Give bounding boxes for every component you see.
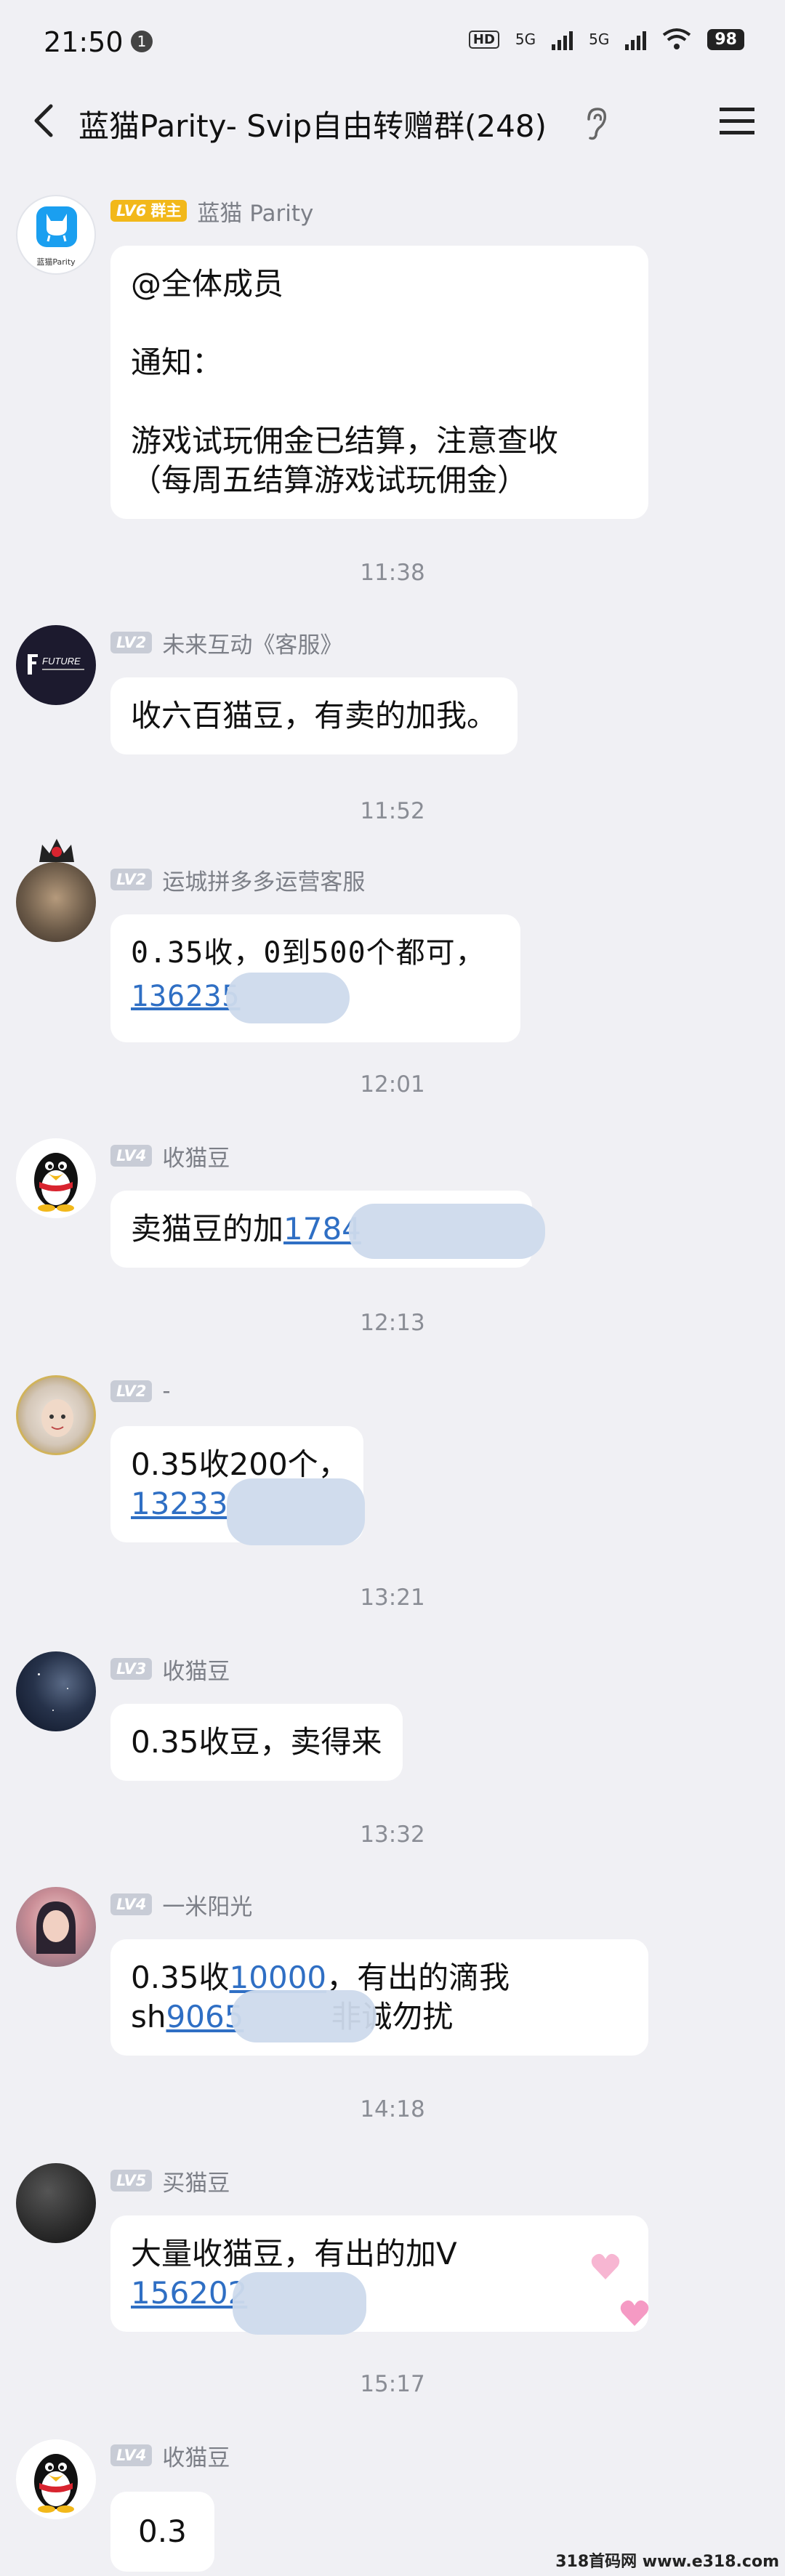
avatar[interactable]: 蓝猫Parity [16,195,96,275]
timestamp: 12:13 [360,1310,425,1336]
timestamp: 14:18 [360,2096,425,2122]
heart-sticker-icon [620,2300,649,2326]
sender-name: 一米阳光 [162,1893,253,1920]
chat-header: 蓝猫Parity- Svip自由转赠群(248) [0,80,785,166]
timestamp: 13:32 [360,1822,425,1848]
timestamp: 13:21 [360,1585,425,1611]
message-bubble[interactable]: 0.35收豆，卖得来 [110,1704,403,1781]
avatar-label: FUTURE [42,656,81,667]
back-arrow-icon[interactable] [23,99,67,142]
sender-name: 未来互动《客服》 [162,632,343,659]
avatar-label: 蓝猫Parity [36,257,76,267]
heart-sticker-icon [591,2253,620,2279]
message-meta: LV4 收猫豆 [110,1141,230,1172]
redaction-blur [225,973,350,1023]
phone-link[interactable]: 136235 [131,980,241,1013]
avatar[interactable] [16,2439,96,2519]
avatar[interactable] [16,1887,96,1967]
sender-name: 收猫豆 [162,1145,230,1172]
status-icons: HD 5G 5G 98 [468,28,744,51]
level-badge: LV2 [110,1380,153,1402]
level-badge: LV3 [110,1658,153,1680]
sender-name: 买猫豆 [162,2170,230,2197]
network-label-1: 5G [515,31,536,48]
sender-name: 蓝猫 Parity [197,200,314,227]
timestamp: 12:01 [360,1071,425,1098]
signal-icon-2 [625,28,647,50]
message-meta: LV6 群主 蓝猫 Parity [110,196,314,227]
status-bar: 21:50 1 HD 5G 5G 98 [0,0,785,80]
sender-name: 运城拼多多运营客服 [162,869,366,895]
watermark: 318首码网 www.e318.com [555,2553,779,2571]
message-bubble[interactable]: 0.35收10000，有出的滴我 sh9065 非诚勿扰 [110,1939,648,2056]
level-badge: LV2 [110,632,153,653]
level-badge: LV4 [110,1893,153,1915]
message-bubble[interactable]: 大量收猫豆，有出的加V 156202 [110,2215,648,2332]
penguin-icon [34,1153,78,1212]
message-bubble[interactable]: 0.35收，0到500个都可， 136235 [110,914,520,1042]
penguin-icon [34,2454,78,2513]
sender-name: 收猫豆 [162,1658,230,1685]
avatar[interactable] [16,836,97,945]
redaction-blur [227,1478,365,1545]
avatar[interactable] [16,1651,96,1731]
level-badge: LV4 [110,2444,153,2466]
wifi-icon [663,28,691,49]
sender-name: - [162,1378,171,1404]
level-badge: LV6 群主 [110,200,188,222]
avatar[interactable] [16,1138,96,1218]
message-bubble[interactable]: 收六百猫豆，有卖的加我。 [110,677,518,754]
level-badge: LV2 [110,869,153,890]
signal-icon [552,28,573,50]
avatar[interactable]: FUTURE [16,625,96,705]
sender-name: 收猫豆 [162,2444,230,2471]
ear-icon [587,108,607,140]
chat-title: 蓝猫Parity- Svip自由转赠群(248) [78,108,547,144]
notification-count-badge: 1 [131,31,153,52]
message-meta: LV3 收猫豆 [110,1654,230,1685]
menu-icon[interactable] [718,105,756,138]
level-badge: LV4 [110,1145,153,1167]
redaction-blur [231,1990,377,2042]
message-meta: LV4 收猫豆 [110,2441,230,2471]
timestamp: 15:17 [360,2371,425,2397]
redaction-blur [349,1204,545,1259]
message-meta: LV5 买猫豆 [110,2166,230,2197]
message-meta: LV2 未来互动《客服》 [110,628,343,659]
battery-icon: 98 [707,28,744,50]
message-meta: LV2 运城拼多多运营客服 [110,865,366,895]
status-time: 21:50 [44,26,124,58]
avatar[interactable] [16,1375,96,1455]
level-badge: LV5 [110,2170,153,2191]
message-bubble[interactable]: 0.3 [110,2492,214,2572]
message-meta: LV2 - [110,1377,171,1406]
redaction-blur [233,2272,366,2335]
message-meta: LV4 一米阳光 [110,1890,253,1920]
hd-icon: HD [468,30,499,49]
message-bubble[interactable]: @全体成员 通知： 游戏试玩佣金已结算，注意查收 （每周五结算游戏试玩佣金） [110,246,648,519]
timestamp: 11:38 [360,560,425,586]
crown-icon [39,839,74,862]
phone-link[interactable]: 156202 [131,2275,247,2311]
timestamp: 11:52 [360,798,425,824]
avatar[interactable] [16,2163,96,2243]
network-label-2: 5G [589,31,610,48]
phone-link[interactable]: 13233 [131,1486,228,1521]
